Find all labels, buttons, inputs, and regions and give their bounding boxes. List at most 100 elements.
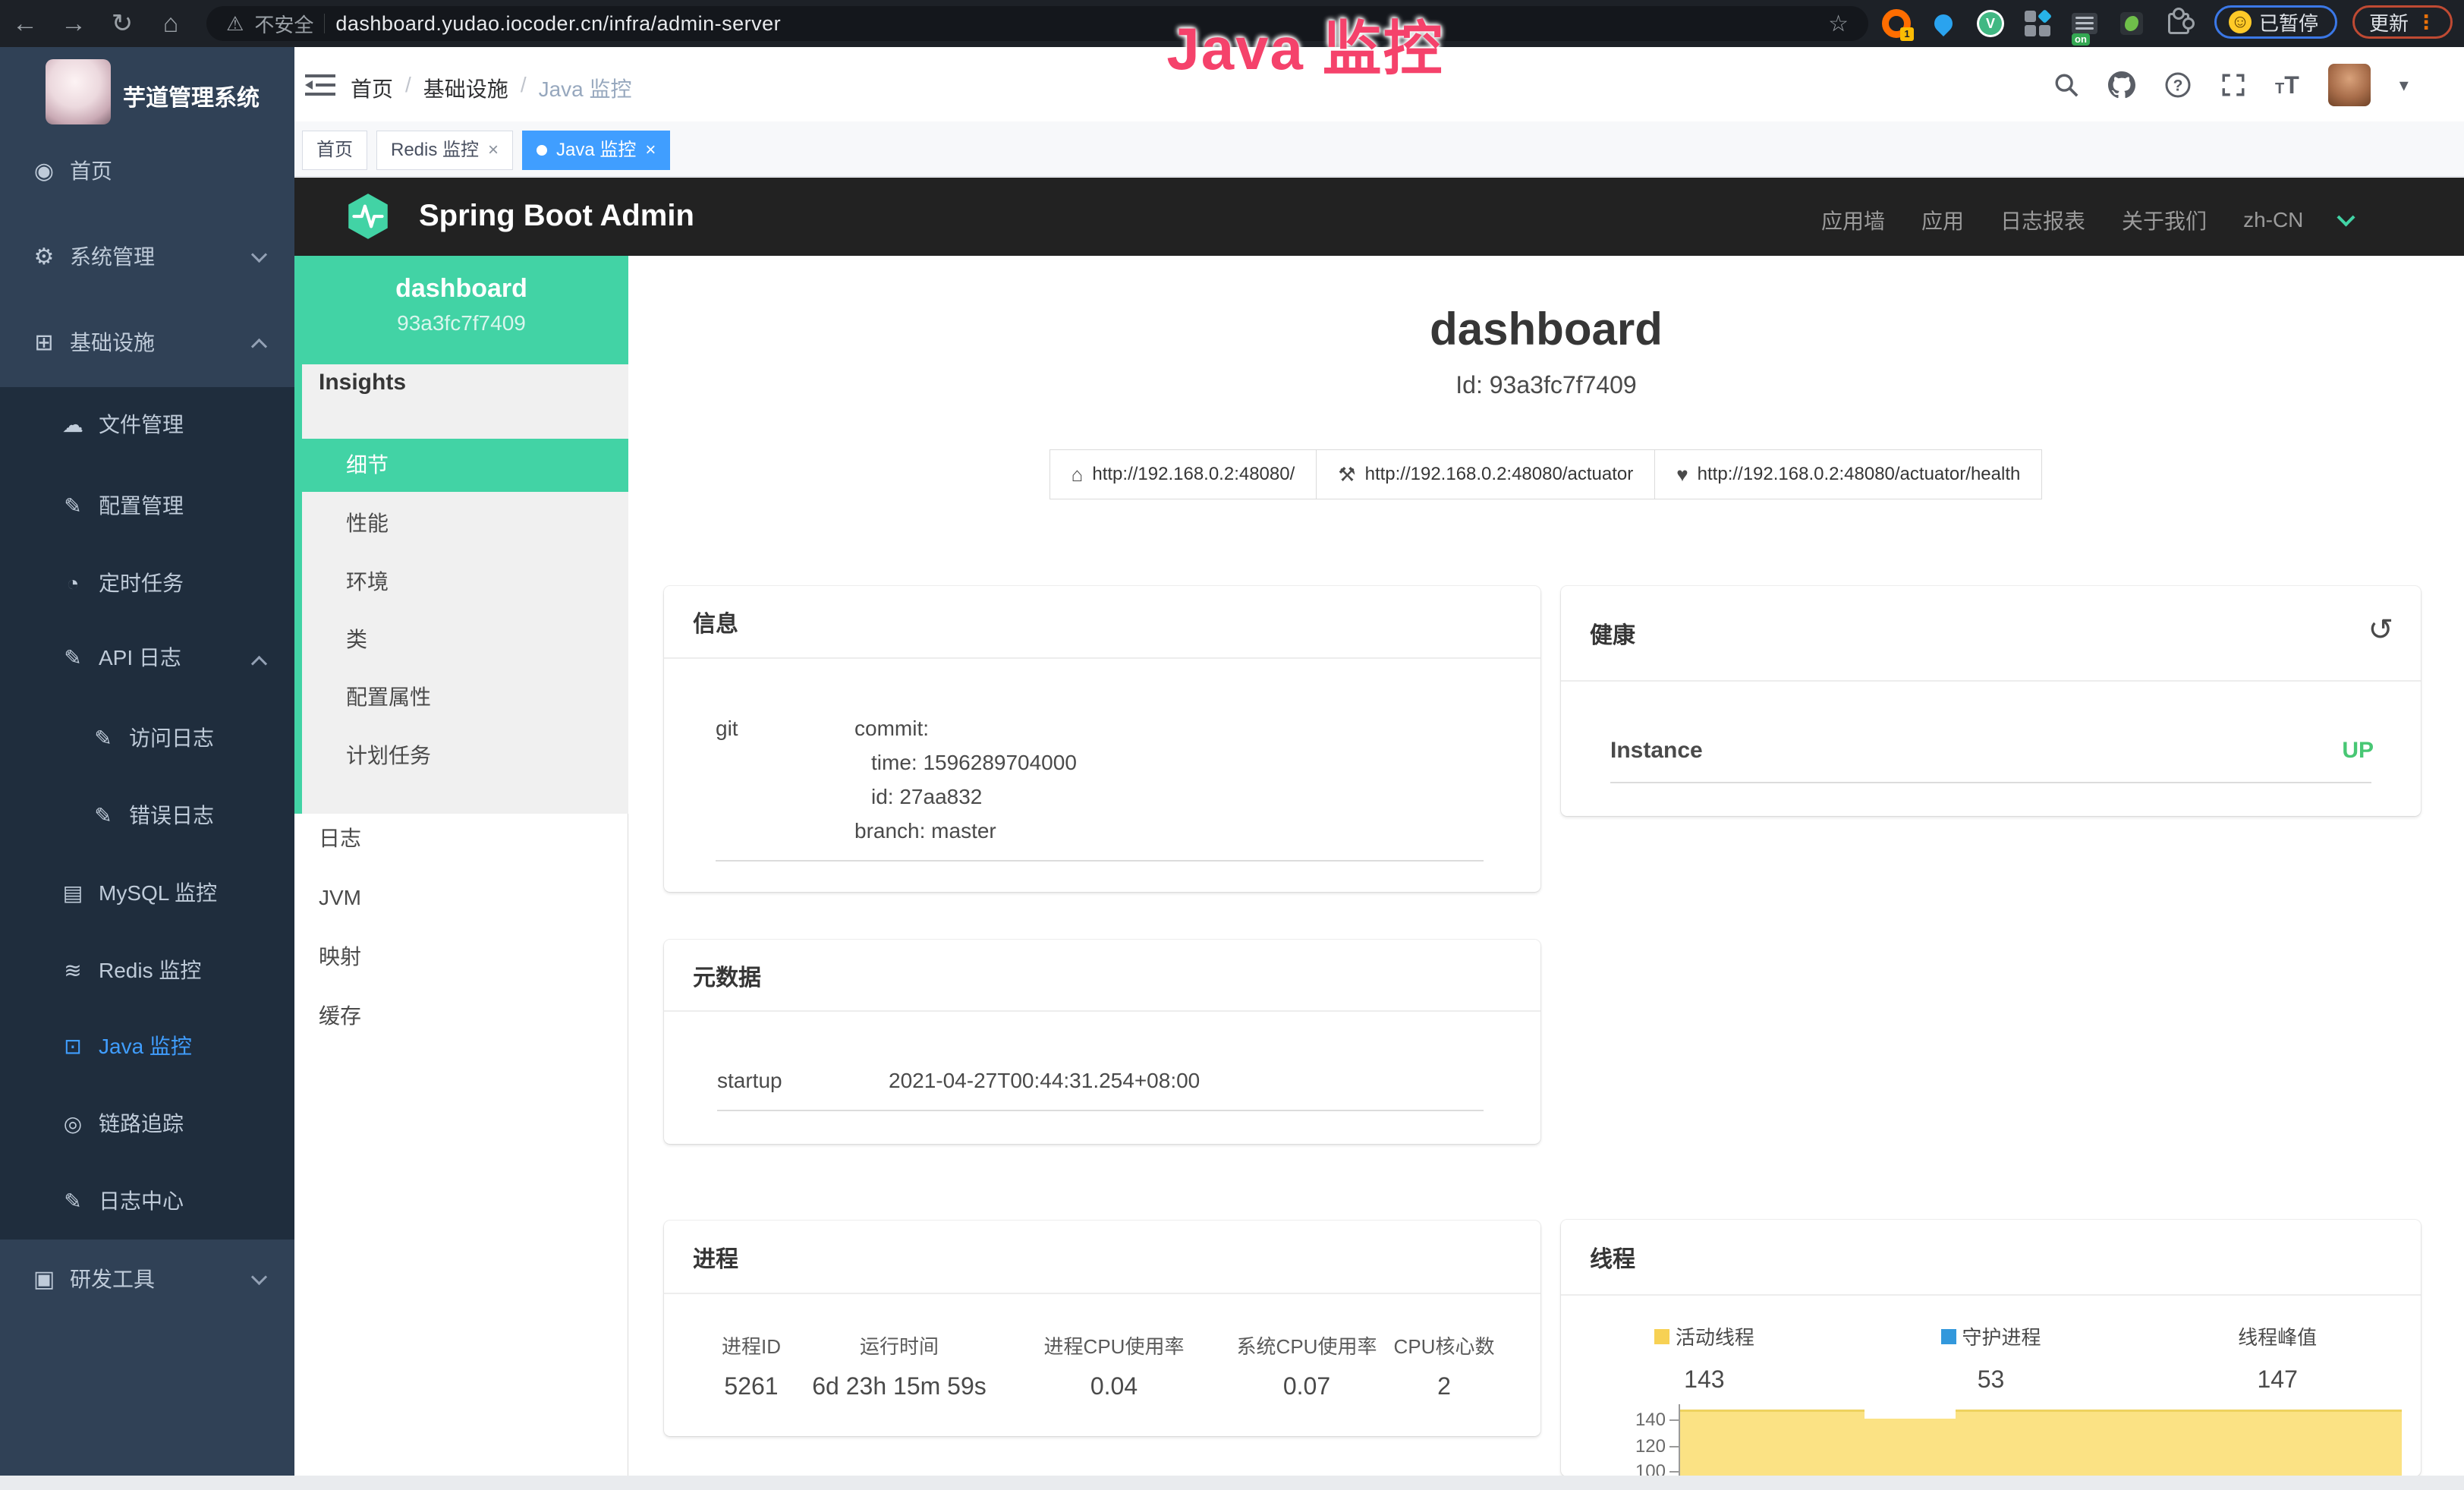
address-divider [324,14,325,33]
sba-item-scheduled[interactable]: 计划任务 [294,729,628,783]
sidebar-item-error-logs[interactable]: ✎错误日志 [0,792,294,840]
sidebar-item-system[interactable]: ⚙ 系统管理 [0,231,294,284]
extension-pin-icon[interactable] [1929,9,1958,38]
monitor-icon: ⊞ [27,317,61,370]
search-icon[interactable] [2053,72,2079,98]
row-divider [1610,782,2371,783]
user-avatar[interactable] [2328,64,2371,106]
extension-grid-icon[interactable] [2023,9,2052,38]
help-icon[interactable]: ? [2164,71,2192,99]
dashboard-icon: ◉ [27,145,61,198]
link-actuator-url[interactable]: ⚒ http://192.168.0.2:48080/actuator [1316,449,1655,499]
hamburger-icon[interactable] [305,73,335,99]
y-tick-120: 120 [1605,1436,1666,1457]
sba-item-logfile[interactable]: 日志 [294,812,628,865]
browser-reload-icon[interactable]: ↻ [103,0,141,47]
profile-paused-chip[interactable]: ☺ 已暂停 [2214,5,2337,39]
security-label: 不安全 [254,10,313,38]
breadcrumb-infra[interactable]: 基础设施 [423,73,508,103]
close-icon[interactable]: × [645,131,656,169]
database-icon: ▤ [56,869,90,918]
sba-item-classes[interactable]: 类 [294,613,628,666]
sidebar-item-file-management[interactable]: ☁文件管理 [0,401,294,449]
close-icon[interactable]: × [488,131,499,169]
open-tabs: 首页 Redis 监控 × Java 监控 × [302,131,670,170]
process-val-process-cpu: 0.04 [1090,1372,1138,1400]
browser-back-icon[interactable]: ← [6,0,44,47]
sba-item-mappings[interactable]: 映射 [294,931,628,984]
link-health-url[interactable]: ♥ http://192.168.0.2:48080/actuator/heal… [1654,449,2042,499]
active-dot [537,145,547,156]
sidebar-item-java-monitor[interactable]: ⊡Java 监控 [0,1022,294,1071]
sba-language-select[interactable]: zh-CN [2243,208,2303,232]
process-val-pid: 5261 [724,1372,778,1400]
address-bar[interactable]: ⚠ 不安全 dashboard.yudao.iocoder.cn/infra/a… [206,6,1868,41]
tab-java-monitor[interactable]: Java 监控 × [522,131,670,170]
process-val-cpus: 2 [1437,1372,1451,1400]
y-tick-100: 100 [1605,1461,1666,1476]
app-logo [46,59,111,124]
language-chevron-icon[interactable] [2337,208,2355,226]
git-branch-line: branch: master [854,819,996,843]
sba-item-environment[interactable]: 环境 [294,556,628,609]
sba-nav-journal[interactable]: 日志报表 [2000,205,2085,235]
extension-switch-icon[interactable]: on [2070,9,2099,38]
sba-item-caches[interactable]: 缓存 [294,990,628,1043]
sidebar-item-redis-monitor[interactable]: ≋Redis 监控 [0,947,294,995]
edit-square-icon: ✎ [87,792,120,840]
sba-instance-header[interactable]: dashboard 93a3fc7f7409 [294,256,628,364]
breadcrumb-home[interactable]: 首页 [351,73,393,103]
tab-redis-monitor[interactable]: Redis 监控 × [376,131,513,170]
bookmark-star-icon[interactable]: ☆ [1828,11,1849,37]
sba-item-config-props[interactable]: 配置属性 [294,671,628,724]
sidebar-item-infra[interactable]: ⊞ 基础设施 [0,317,294,370]
sba-item-jvm[interactable]: JVM [294,871,628,925]
extension-badge: 1 [1900,27,1914,41]
metadata-value: 2021-04-27T00:44:31.254+08:00 [889,1069,1200,1093]
sidebar-item-devtools[interactable]: ▣ 研发工具 [0,1253,294,1306]
stack-icon: ≋ [56,947,90,995]
card-threads: 线程 活动线程 143 守护进程 53 线程峰值 147 140 120 100 [1561,1220,2421,1476]
font-size-icon[interactable]: TT [2275,71,2299,99]
card-threads-title: 线程 [1561,1220,2421,1296]
sidebar-item-api-logs[interactable]: ✎API 日志 [0,634,294,682]
chevron-up-icon [251,339,267,354]
sidebar-item-home[interactable]: ◉ 首页 [0,145,294,198]
browser-update-button[interactable]: 更新 ⋮ [2352,5,2453,39]
process-val-uptime: 6d 23h 15m 59s [812,1372,987,1400]
sidebar-item-access-logs[interactable]: ✎访问日志 [0,714,294,763]
link-home-url[interactable]: ⌂ http://192.168.0.2:48080/ [1049,449,1317,499]
sba-brand-title[interactable]: Spring Boot Admin [419,199,694,233]
extension-vue-devtools-icon[interactable]: V [1976,9,2005,38]
sidebar-item-log-center[interactable]: ✎日志中心 [0,1177,294,1226]
extensions-puzzle-icon[interactable] [2164,9,2193,38]
profile-emoji-icon: ☺ [2229,11,2252,33]
app-title: 芋道管理系统 [123,79,260,112]
extension-orange-icon[interactable]: 1 [1882,9,1911,38]
browser-menu-icon[interactable]: ⋮ [2416,11,2436,34]
update-label: 更新 [2369,8,2409,36]
stat-live-threads: 活动线程 143 [1561,1322,1848,1394]
sidebar-item-tracing[interactable]: ◎链路追踪 [0,1100,294,1148]
extension-leaf-icon[interactable] [2117,9,2146,38]
sba-nav-about[interactable]: 关于我们 [2122,205,2207,235]
sidebar-item-scheduled-tasks[interactable]: ◔定时任务 [0,559,294,608]
card-metadata-title: 元数据 [664,940,1540,1012]
sidebar-item-config-management[interactable]: ✎配置管理 [0,482,294,531]
browser-home-icon[interactable]: ⌂ [152,0,190,47]
fullscreen-icon[interactable] [2220,72,2246,98]
history-icon[interactable]: ↺ [2368,615,2393,645]
instance-links: ⌂ http://192.168.0.2:48080/ ⚒ http://192… [628,449,2464,499]
github-icon[interactable] [2108,71,2135,99]
chevron-down-icon [251,247,267,263]
metadata-key: startup [717,1069,782,1093]
instance-name: dashboard [294,274,628,304]
sba-item-metrics[interactable]: 性能 [294,497,628,550]
avatar-caret-icon[interactable]: ▾ [2399,74,2409,96]
browser-forward-icon[interactable]: → [55,0,93,47]
sba-nav-wallboard[interactable]: 应用墙 [1821,205,1885,235]
sba-item-details[interactable]: 细节 [294,439,628,492]
sba-nav-applications[interactable]: 应用 [1921,205,1964,235]
sidebar-item-mysql-monitor[interactable]: ▤MySQL 监控 [0,869,294,918]
tab-home[interactable]: 首页 [302,131,367,170]
